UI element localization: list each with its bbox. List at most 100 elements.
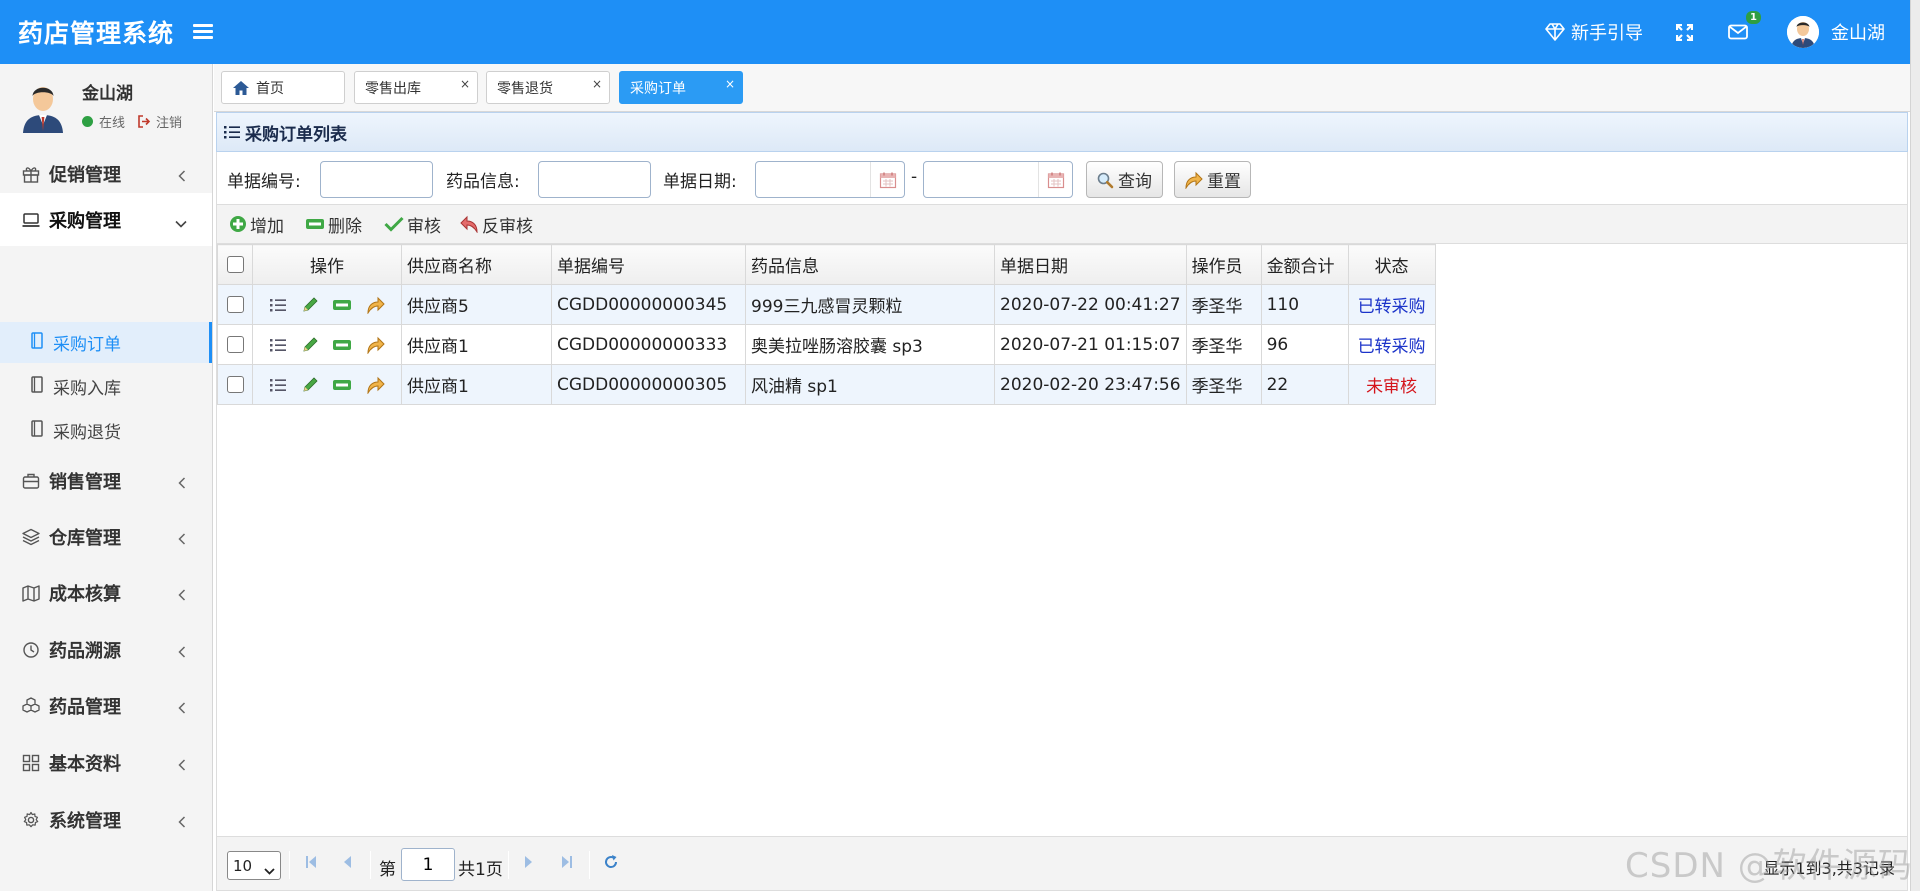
- close-icon[interactable]: ×: [460, 77, 470, 91]
- forward-arrow-icon[interactable]: [366, 336, 385, 354]
- tab-home[interactable]: 首页: [221, 71, 345, 104]
- menu-item-sales[interactable]: 销售管理: [0, 453, 212, 509]
- row-select-cell: [217, 364, 253, 405]
- menu-item-basic-data[interactable]: 基本资料: [0, 735, 212, 791]
- header-user-menu[interactable]: 金山湖: [1787, 0, 1885, 64]
- refresh-icon[interactable]: [603, 854, 619, 875]
- amount-cell: 22: [1260, 364, 1349, 405]
- menu-item-warehouse[interactable]: 仓库管理: [0, 509, 212, 565]
- query-label: 查询: [1118, 172, 1152, 192]
- submenu-item-purchase-inbound[interactable]: 采购入库: [0, 366, 212, 407]
- doc-date-label: 单据日期:: [663, 172, 737, 192]
- supplier-cell: 供应商1: [401, 324, 552, 365]
- delete-button[interactable]: 删除: [305, 205, 362, 243]
- supplier-cell: 供应商1: [401, 364, 552, 405]
- first-page-icon[interactable]: [304, 854, 318, 875]
- menu-item-system[interactable]: 系统管理: [0, 792, 212, 848]
- date-from-picker[interactable]: [755, 161, 905, 198]
- column-header[interactable]: 单据日期: [994, 244, 1187, 285]
- doc-no-cell: CGDD00000000345: [551, 284, 746, 325]
- minus-icon: [306, 219, 324, 229]
- row-checkbox[interactable]: [226, 296, 244, 313]
- column-header[interactable]: 药品信息: [745, 244, 995, 285]
- drug-info-input[interactable]: [538, 161, 651, 198]
- menu-toggle-icon[interactable]: [193, 24, 213, 40]
- logout-label: 注销: [156, 116, 183, 131]
- grid-icon: [21, 753, 41, 773]
- detail-list-icon[interactable]: [269, 337, 287, 353]
- submenu-label: 采购退货: [53, 423, 121, 443]
- column-header[interactable]: 状态: [1347, 244, 1436, 285]
- column-header[interactable]: 操作员: [1185, 244, 1262, 285]
- prev-page-icon[interactable]: [341, 854, 353, 875]
- page-number-input[interactable]: [401, 848, 455, 881]
- guide-link[interactable]: 新手引导: [1545, 0, 1643, 64]
- detail-list-icon[interactable]: [269, 297, 287, 313]
- doc-no-input[interactable]: [320, 161, 433, 198]
- tab-retail-return[interactable]: 零售退货 ×: [486, 71, 610, 104]
- mail-button[interactable]: 1: [1728, 0, 1761, 64]
- book-icon: [30, 375, 44, 398]
- fullscreen-button[interactable]: [1676, 0, 1693, 64]
- edit-pencil-icon[interactable]: [301, 376, 319, 394]
- gift-icon: [21, 164, 41, 184]
- submenu-label: 采购入库: [53, 379, 121, 399]
- menu-label: 药品管理: [49, 697, 121, 718]
- doc-no-cell: CGDD00000000333: [551, 324, 746, 365]
- scrollbar-track[interactable]: [1910, 0, 1920, 891]
- pager-divider: [370, 851, 371, 879]
- delete-row-icon[interactable]: [332, 298, 352, 312]
- column-header[interactable]: 金额合计: [1260, 244, 1349, 285]
- calendar-icon[interactable]: [1038, 162, 1072, 197]
- query-button[interactable]: 查询: [1086, 161, 1163, 198]
- next-page-icon[interactable]: [523, 854, 535, 875]
- last-page-icon[interactable]: [560, 854, 574, 875]
- menu-item-cost-accounting[interactable]: 成本核算: [0, 565, 212, 621]
- submenu-item-purchase-return[interactable]: 采购退货: [0, 410, 212, 451]
- detail-list-icon[interactable]: [269, 377, 287, 393]
- column-header[interactable]: 操作: [252, 244, 402, 285]
- row-checkbox[interactable]: [226, 336, 244, 353]
- menu-item-drug-trace[interactable]: 药品溯源: [0, 622, 212, 678]
- tab-retail-outbound[interactable]: 零售出库 ×: [354, 71, 478, 104]
- edit-pencil-icon[interactable]: [301, 296, 319, 314]
- close-icon[interactable]: ×: [725, 77, 735, 91]
- table-row[interactable]: 供应商1 CGDD00000000333 奥美拉唑肠溶胶囊 sp3 2020-0…: [217, 324, 1436, 365]
- pager-divider: [589, 851, 590, 879]
- add-button[interactable]: 增加: [229, 205, 284, 243]
- delete-row-icon[interactable]: [332, 338, 352, 352]
- calendar-icon[interactable]: [870, 162, 904, 197]
- tab-label: 零售出库: [365, 80, 421, 97]
- delete-row-icon[interactable]: [332, 378, 352, 392]
- column-header[interactable]: 供应商名称: [401, 244, 552, 285]
- submenu-item-purchase-order[interactable]: 采购订单: [0, 322, 212, 363]
- chevron-down-icon: [264, 861, 275, 879]
- menu-label: 采购管理: [49, 210, 121, 232]
- pager-divider: [289, 851, 290, 879]
- redo-arrow-icon: [1185, 171, 1203, 189]
- table-row[interactable]: 供应商5 CGDD00000000345 999三九感冒灵颗粒 2020-07-…: [217, 284, 1436, 325]
- forward-arrow-icon[interactable]: [366, 376, 385, 394]
- reset-button[interactable]: 重置: [1174, 161, 1251, 198]
- page-size-select[interactable]: 10: [227, 851, 281, 880]
- edit-pencil-icon[interactable]: [301, 336, 319, 354]
- tab-purchase-order[interactable]: 采购订单 ×: [619, 71, 743, 104]
- menu-item-drug-management[interactable]: 药品管理: [0, 678, 212, 734]
- table-header-row: 操作 供应商名称 单据编号 药品信息 单据日期 操作员 金额合计 状态: [217, 244, 1436, 285]
- panel-header: 采购订单列表: [216, 112, 1908, 152]
- table-row[interactable]: 供应商1 CGDD00000000305 风油精 sp1 2020-02-20 …: [217, 364, 1436, 405]
- logout-link[interactable]: 注销: [137, 112, 182, 131]
- unaudit-button[interactable]: 反审核: [459, 205, 533, 243]
- unaudit-label: 反审核: [482, 216, 533, 237]
- column-header[interactable]: 单据编号: [551, 244, 746, 285]
- laptop-icon: [21, 210, 41, 230]
- doc-date-cell: 2020-07-22 00:41:27: [994, 284, 1187, 325]
- select-all-checkbox[interactable]: [226, 256, 244, 273]
- menu-item-purchase[interactable]: 采购管理: [0, 193, 212, 246]
- row-checkbox[interactable]: [226, 376, 244, 393]
- close-icon[interactable]: ×: [592, 77, 602, 91]
- audit-button[interactable]: 审核: [384, 205, 441, 243]
- forward-arrow-icon[interactable]: [366, 296, 385, 314]
- header-user-name: 金山湖: [1831, 23, 1885, 44]
- date-to-picker[interactable]: [923, 161, 1073, 198]
